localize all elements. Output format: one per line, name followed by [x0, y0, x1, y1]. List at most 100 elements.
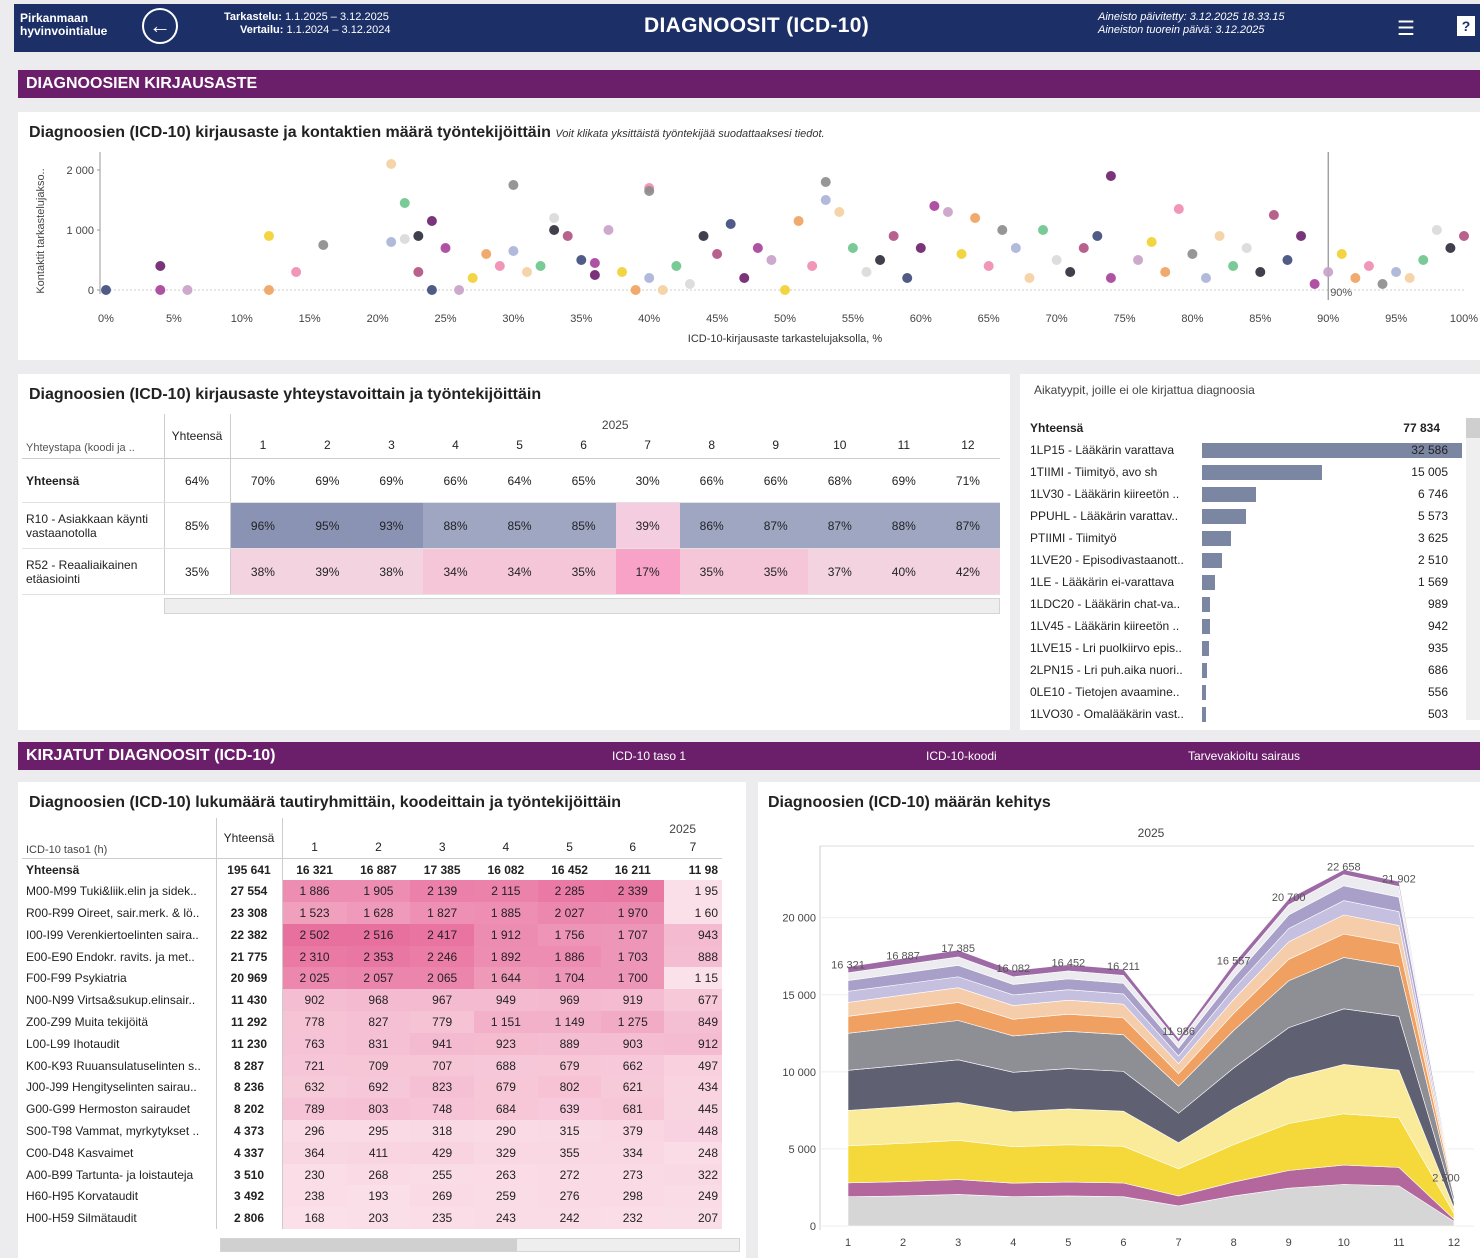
scatter-point[interactable]: [1431, 225, 1442, 235]
diag-cell[interactable]: 1 886: [282, 880, 347, 903]
diag-table-row[interactable]: G00-G99 Hermoston sairaudet 8 202 789 803 74…: [22, 1098, 722, 1121]
scatter-chart[interactable]: 0 1 000 2 000 0% 5% 10% 15% 20% 25% 30% 35% 40% 45% 5…: [18, 112, 1480, 360]
diag-table-row[interactable]: K00-K93 Ruuansulatuselinten s.. 8 287 721 7…: [22, 1054, 722, 1077]
rate-cell[interactable]: 70%: [230, 458, 296, 503]
diag-cell[interactable]: 889: [537, 1032, 602, 1055]
scatter-point[interactable]: [549, 213, 560, 223]
rate-table-row[interactable]: Yhteensä 64% 70% 69% 69% 66% 64% 65% 30% 66% 66% 68…: [22, 458, 1000, 503]
scatter-point[interactable]: [1459, 231, 1469, 241]
scatter-point[interactable]: [1296, 231, 1307, 241]
diag-cell[interactable]: 2 027: [537, 902, 602, 924]
diag-cell[interactable]: 17 385: [410, 858, 475, 881]
aika-bar-row[interactable]: 1LV45 - Lääkärin kiireetön .. 942: [1030, 616, 1460, 638]
diag-cell[interactable]: 779: [410, 1011, 475, 1033]
scatter-point[interactable]: [399, 198, 410, 208]
scatter-point[interactable]: [1377, 279, 1388, 289]
rate-cell[interactable]: 86%: [679, 502, 744, 549]
scatter-point[interactable]: [752, 243, 763, 253]
diag-cell[interactable]: 763: [282, 1032, 347, 1055]
diag-cell[interactable]: 235: [410, 1207, 475, 1230]
diag-cell[interactable]: 2 246: [410, 945, 475, 968]
rate-cell[interactable]: 96%: [230, 502, 296, 549]
diag-table-row[interactable]: A00-B99 Tartunta- ja loistauteja 3 510 230…: [22, 1163, 722, 1186]
diag-cell[interactable]: 1 95: [664, 880, 722, 903]
aika-bar-row[interactable]: 1LVO30 - Omalääkärin vast.. 503: [1030, 704, 1460, 726]
diag-cell[interactable]: 1 912: [474, 923, 538, 946]
scatter-point[interactable]: [576, 255, 587, 265]
diag-cell[interactable]: 249: [664, 1185, 722, 1208]
scatter-point[interactable]: [589, 270, 600, 280]
scatter-point[interactable]: [1010, 243, 1021, 253]
diag-cell[interactable]: 802: [537, 1076, 602, 1099]
aika-bar-row[interactable]: 1LDC20 - Lääkärin chat-va.. 989: [1030, 594, 1460, 616]
diag-cell[interactable]: 334: [601, 1141, 665, 1164]
scatter-point[interactable]: [902, 273, 913, 283]
rate-cell[interactable]: 34%: [487, 548, 552, 595]
diag-cell[interactable]: 968: [346, 989, 411, 1012]
scatter-point[interactable]: [182, 285, 193, 295]
diag-cell[interactable]: 448: [664, 1120, 722, 1142]
diag-cell[interactable]: 902: [282, 989, 347, 1012]
rate-cell[interactable]: 85%: [551, 502, 616, 549]
diag-table-row[interactable]: E00-E90 Endokr. ravits. ja met.. 21 775 2 …: [22, 945, 722, 968]
scatter-point[interactable]: [684, 279, 695, 289]
area-chart[interactable]: 202505 00010 00015 00020 0001 2 3 4 5 6 7 8 9 10 1…: [758, 782, 1480, 1258]
diag-cell[interactable]: 1 15: [664, 967, 722, 990]
diag-cell[interactable]: 803: [346, 1098, 411, 1121]
diag-cell[interactable]: 255: [410, 1163, 475, 1186]
scatter-point[interactable]: [1241, 243, 1252, 253]
rate-cell[interactable]: 40%: [871, 548, 936, 595]
aika-total-row[interactable]: Yhteensä 77 834: [1030, 418, 1460, 440]
scatter-point[interactable]: [1336, 249, 1347, 259]
scatter-point[interactable]: [535, 261, 546, 271]
rate-cell[interactable]: 35%: [743, 548, 808, 595]
level-selector-taso1[interactable]: ICD-10 taso 1: [612, 749, 686, 763]
diag-cell[interactable]: 707: [410, 1054, 475, 1077]
diag-cell[interactable]: 903: [601, 1032, 665, 1055]
diag-table-scrollbar[interactable]: [220, 1238, 740, 1252]
diag-cell[interactable]: 16 452: [537, 858, 602, 881]
scatter-point[interactable]: [603, 225, 614, 235]
diag-cell[interactable]: 831: [346, 1032, 411, 1055]
scatter-point[interactable]: [101, 285, 111, 295]
scatter-point[interactable]: [386, 159, 397, 169]
diag-cell[interactable]: 296: [282, 1120, 347, 1142]
diag-cell[interactable]: 445: [664, 1098, 722, 1121]
scatter-point[interactable]: [1078, 243, 1089, 253]
scatter-point[interactable]: [155, 261, 166, 271]
rate-cell[interactable]: 37%: [807, 548, 872, 595]
scatter-point[interactable]: [1105, 171, 1116, 181]
diag-cell[interactable]: 273: [601, 1163, 665, 1186]
diag-cell[interactable]: 679: [537, 1054, 602, 1077]
diag-cell[interactable]: 272: [537, 1163, 602, 1186]
diag-cell[interactable]: 168: [282, 1207, 347, 1230]
diag-cell[interactable]: 2 139: [410, 880, 475, 903]
scatter-point[interactable]: [399, 234, 410, 244]
diag-cell[interactable]: 2 057: [346, 967, 411, 990]
rate-cell[interactable]: 66%: [679, 458, 744, 503]
diag-cell[interactable]: 949: [474, 989, 538, 1012]
diag-cell[interactable]: 849: [664, 1011, 722, 1033]
rate-cell[interactable]: 69%: [871, 458, 936, 503]
aika-bar-row[interactable]: 1LV30 - Lääkärin kiireetön .. 6 746: [1030, 484, 1460, 506]
diag-cell[interactable]: 193: [346, 1185, 411, 1208]
scatter-point[interactable]: [1051, 255, 1062, 265]
rate-cell[interactable]: 69%: [295, 458, 360, 503]
rate-table-row[interactable]: R10 - Asiakkaan käynti vastaanotolla 85% 9…: [22, 502, 1000, 549]
diag-cell[interactable]: 248: [664, 1141, 722, 1164]
scatter-point[interactable]: [820, 177, 831, 187]
diag-cell[interactable]: 912: [664, 1032, 722, 1055]
aika-bar-row[interactable]: 1LVE20 - Episodivastaanott.. 2 510: [1030, 550, 1460, 572]
diag-cell[interactable]: 823: [410, 1076, 475, 1099]
diag-cell[interactable]: 632: [282, 1076, 347, 1099]
rate-cell[interactable]: 30%: [615, 458, 680, 503]
scatter-point[interactable]: [1418, 255, 1429, 265]
scatter-point[interactable]: [1282, 255, 1293, 265]
scatter-point[interactable]: [970, 213, 981, 223]
diag-cell[interactable]: 1 704: [537, 967, 602, 990]
scatter-point[interactable]: [508, 180, 519, 190]
diag-cell[interactable]: 263: [474, 1163, 538, 1186]
scatter-point[interactable]: [739, 273, 750, 283]
diag-cell[interactable]: 1 628: [346, 902, 411, 924]
diag-cell[interactable]: 1 523: [282, 902, 347, 924]
